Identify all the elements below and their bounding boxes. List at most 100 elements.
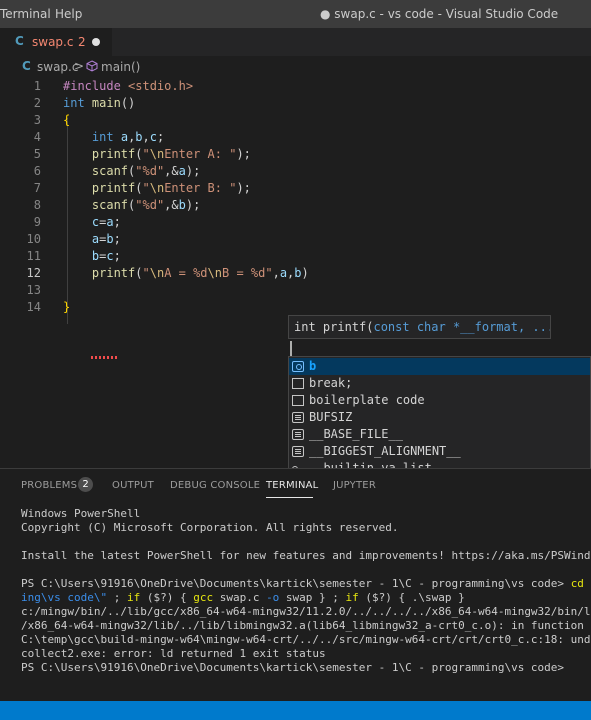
code-token: ,& [164,164,179,178]
code-token: \n [207,266,222,280]
terminal-text: swap } ; [279,591,346,604]
terminal-text: collect2.exe: error: ld returned 1 exit … [21,647,326,660]
code-line[interactable]: 7 printf("\nEnter B: "); [0,180,591,197]
code-token: , [272,266,280,280]
code-token: ( [135,266,143,280]
code-token: a [106,215,114,229]
code-text: scanf("%d",&b); [63,197,200,214]
code-token: { [63,113,71,127]
code-token: ); [185,198,201,212]
line-number: 11 [26,249,41,263]
suggestion-item[interactable]: boilerplate code [289,392,590,409]
code-line[interactable]: 11 b=c; [0,248,591,265]
code-text: int a,b,c; [63,129,164,146]
tab-problems[interactable]: PROBLEMS [21,480,77,491]
terminal-text: c:/mingw/bin/../lib/gcc/x86_64-w64-mingw… [21,605,591,618]
keyword-icon [292,378,304,389]
code-text: b=c; [63,248,121,265]
code-line[interactable]: 10 a=b; [0,231,591,248]
suggestion-label: BUFSIZ [309,410,353,424]
code-token: a [120,130,129,144]
breadcrumb-symbol[interactable]: main() [101,60,140,74]
macro-icon [292,429,304,440]
window-title: ● swap.c - vs code - Visual Studio Code [320,7,559,21]
code-text: { [63,112,70,129]
code-text: printf("\nA = %d\nB = %d",a,b) [63,265,309,282]
code-token: \n [149,147,165,161]
code-line[interactable]: 12 printf("\nA = %d\nB = %d",a,b) [0,265,591,282]
cube-icon [86,60,98,72]
line-number: 8 [33,198,41,212]
code-token: , [142,130,150,144]
code-token: c [106,249,114,263]
suggestion-item[interactable]: BUFSIZ [289,409,590,426]
code-token: Enter B: " [164,181,237,195]
code-text: #include <stdio.h> [63,78,193,95]
line-number: 3 [33,113,41,127]
code-line[interactable]: 14} [0,299,591,316]
code-token: } [63,300,71,314]
tab-jupyter[interactable]: JUPYTER [333,480,376,491]
code-token: B = %d" [222,266,273,280]
terminal-text: gcc [193,591,214,604]
suggestion-item[interactable]: break; [289,375,590,392]
code-line[interactable]: 3{ [0,112,591,129]
breadcrumb: C swap.c > main() [0,56,591,78]
unsaved-dot-icon[interactable] [92,38,100,46]
active-tab-indicator [266,497,313,498]
terminal-text: swap.c [213,591,267,604]
suggestion-item[interactable]: __BIGGEST_ALIGNMENT__ [289,443,590,460]
suggestion-item[interactable]: __BASE_FILE__ [289,426,590,443]
line-number: 4 [33,130,41,144]
tab-debug-console[interactable]: DEBUG CONSOLE [170,480,260,491]
breadcrumb-file[interactable]: swap.c [37,60,78,74]
c-file-icon: C [15,34,24,48]
menu-help[interactable]: Help [55,7,82,21]
code-line[interactable]: 9 c=a; [0,214,591,231]
status-bar [0,701,591,720]
text-cursor [290,341,292,357]
code-line[interactable]: 6 scanf("%d",&a); [0,163,591,180]
code-line[interactable]: 5 printf("\nEnter A: "); [0,146,591,163]
code-token: ; [157,130,165,144]
suggestion-label: break; [309,376,353,390]
variable-icon [292,361,304,372]
terminal-text: Copyright (C) Microsoft Corporation. All… [21,521,399,534]
tab-output[interactable]: OUTPUT [112,480,154,491]
tab-label: swap.c [32,35,74,49]
code-token: ( [135,147,143,161]
code-token: b [106,232,114,246]
code-line[interactable]: 4 int a,b,c; [0,129,591,146]
code-text: int main() [63,95,135,112]
code-line[interactable]: 2 int main() [0,95,591,112]
snippet-icon [292,395,304,406]
terminal-text: ing\vs code\" [21,591,108,604]
code-text: scanf("%d",&a); [63,163,200,180]
tab-swap-c[interactable]: C swap.c 2 [0,28,112,56]
line-number: 1 [33,79,41,93]
signature-params: const char *__format, ... [373,320,551,334]
code-token: a [178,164,186,178]
line-number: 10 [26,232,41,246]
code-line[interactable]: 8 scanf("%d",&b); [0,197,591,214]
breadcrumb-separator: > [74,59,85,73]
suggestion-label: b [309,359,317,373]
code-line[interactable]: 13 [0,282,591,299]
terminal-text: ($?) { [140,591,194,604]
suggestion-item[interactable]: b [289,358,590,375]
code-line[interactable]: 1 #include <stdio.h> [0,78,591,95]
terminal-text: ($?) { .\swap } [358,591,465,604]
terminal-text: -o [266,591,280,604]
code-token: "%d" [135,164,165,178]
code-editor[interactable]: 1 #include <stdio.h> 2 int main() 3{4 int a,… [0,78,591,557]
menu-terminal[interactable]: Terminal [0,7,51,21]
title-bar: Terminal Help ● swap.c - vs code - Visua… [0,0,591,28]
tab-terminal[interactable]: TERMINAL [266,480,318,491]
code-token: b [135,130,143,144]
